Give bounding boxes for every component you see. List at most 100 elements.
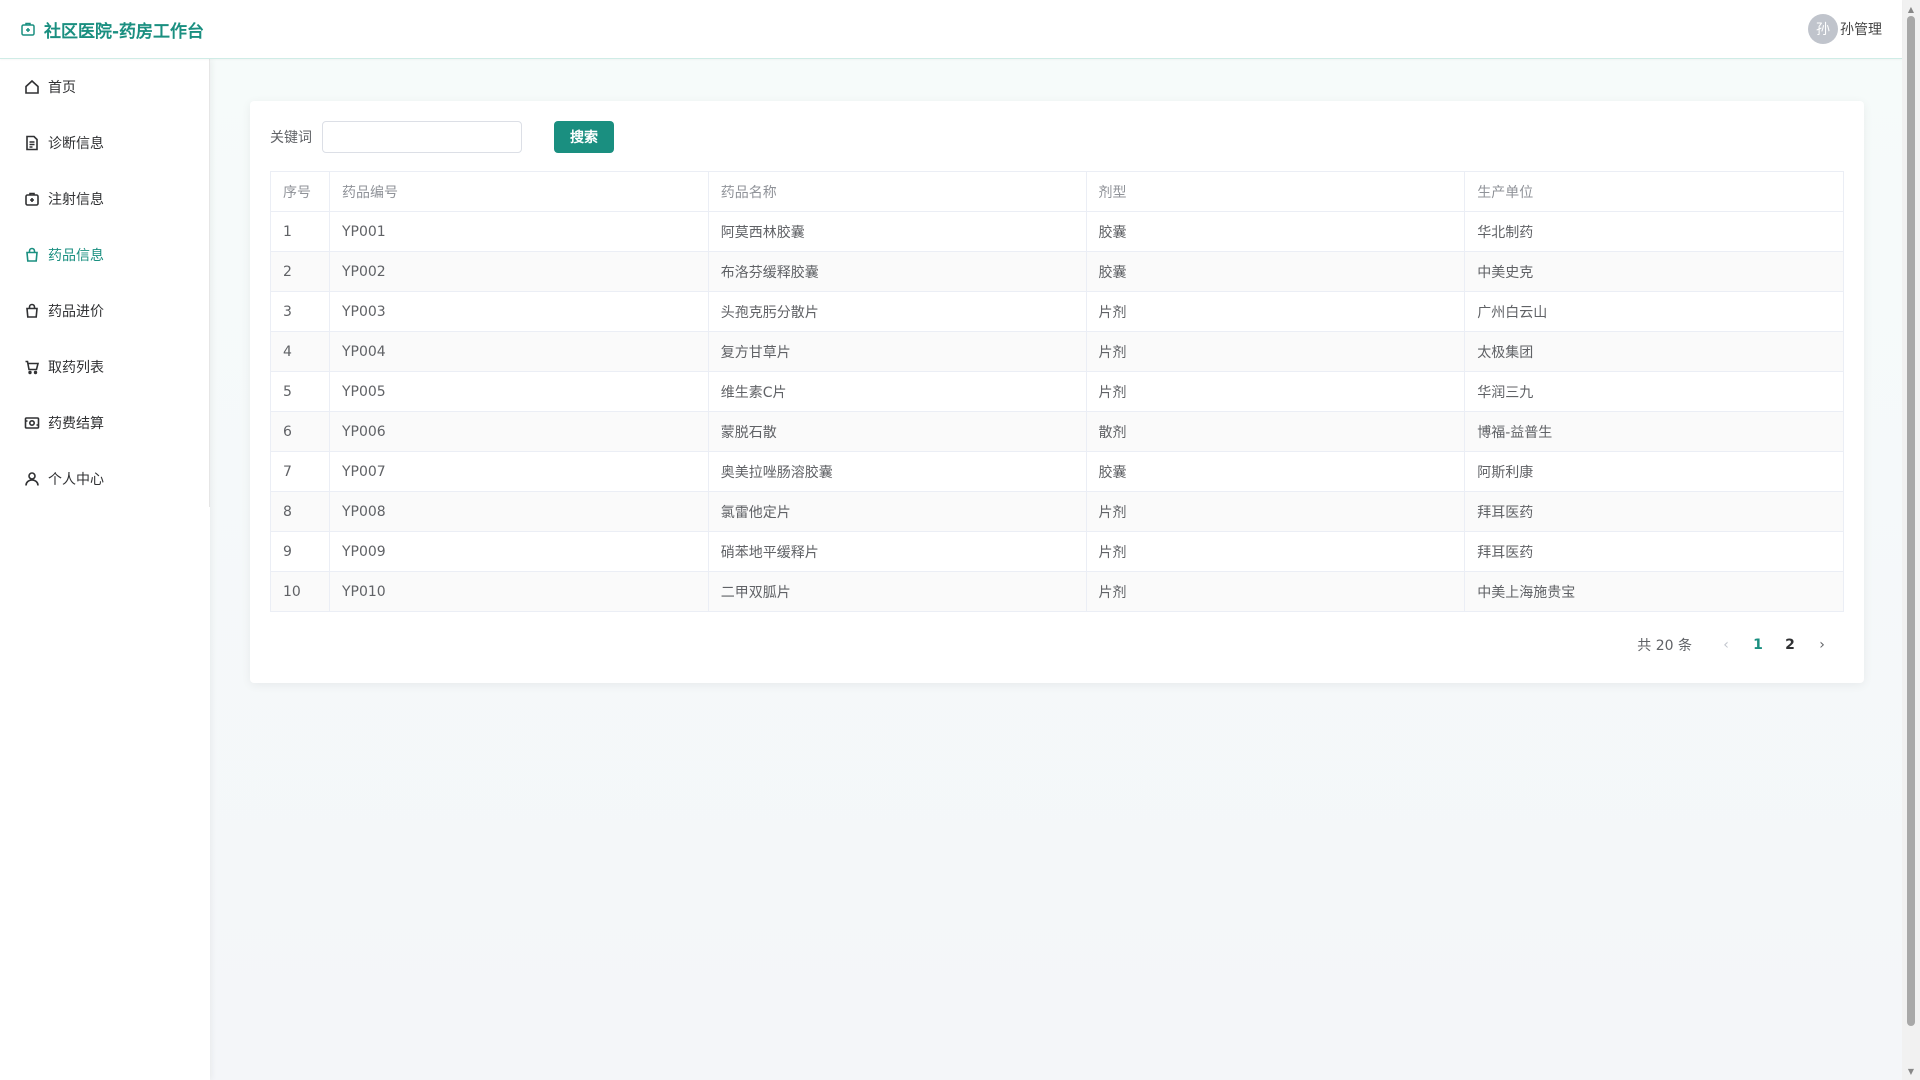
sidebar-item-profile[interactable]: 个人中心 (0, 451, 209, 507)
pagination: 共 20 条 ‹ 1 2 › (1637, 631, 1838, 659)
document-icon (26, 135, 38, 151)
main-content: 关键词 搜索 序号 药品编号 药品名称 剂型 生产单位 1 YP001 阿莫西林胶囊… (210, 59, 1902, 1080)
cell-code: YP009 (328, 531, 709, 572)
scroll-down-icon[interactable]: ▼ (1902, 1064, 1920, 1078)
cell-form: 片剂 (1085, 331, 1466, 372)
drug-table: 序号 药品编号 药品名称 剂型 生产单位 1 YP001 阿莫西林胶囊 胶囊 华北制药 2… (270, 171, 1844, 612)
cell-manufacturer: 拜耳医药 (1464, 531, 1844, 572)
cell-manufacturer: 阿斯利康 (1464, 451, 1844, 492)
sidebar-item-pickup-list[interactable]: 取药列表 (0, 339, 209, 395)
first-aid-icon (25, 192, 39, 206)
home-icon (25, 79, 39, 94)
sidebar-item-label: 药品进价 (48, 304, 104, 320)
sidebar-item-diagnosis[interactable]: 诊断信息 (0, 115, 209, 171)
cell-form: 胶囊 (1085, 451, 1466, 492)
scroll-thumb[interactable] (1907, 16, 1915, 1026)
scroll-up-icon[interactable]: ▲ (1902, 2, 1920, 16)
cell-index: 1 (270, 211, 330, 252)
cell-code: YP007 (328, 451, 709, 492)
cart-icon (25, 360, 40, 375)
prev-page-button[interactable]: ‹ (1710, 631, 1742, 659)
user-menu[interactable]: 孙 孙管理 (1808, 14, 1882, 44)
page-button-1[interactable]: 1 (1742, 631, 1774, 659)
bag-icon (26, 303, 38, 318)
cell-name: 复方甘草片 (707, 331, 1087, 372)
sidebar-item-label: 首页 (48, 80, 76, 96)
pagination-total: 共 20 条 (1637, 638, 1692, 654)
page-scrollbar[interactable]: ▲ ▼ (1902, 0, 1920, 1080)
cell-code: YP003 (328, 291, 709, 332)
cell-name: 硝苯地平缓释片 (707, 531, 1087, 572)
sidebar-menu: 首页 诊断信息 注射信息 药品信息 药品进价 取药列表 药费结算 个人中心 (0, 59, 210, 507)
drug-list-card: 关键词 搜索 序号 药品编号 药品名称 剂型 生产单位 1 YP001 阿莫西林胶囊… (250, 101, 1864, 683)
sidebar-item-label: 个人中心 (48, 472, 104, 488)
sidebar-item-label: 诊断信息 (48, 136, 104, 152)
table-row[interactable]: 5 YP005 维生素C片 片剂 华润三九 (270, 371, 1844, 412)
cell-index: 7 (270, 451, 330, 492)
cell-code: YP002 (328, 251, 709, 292)
cell-form: 片剂 (1085, 491, 1466, 532)
table-body: 1 YP001 阿莫西林胶囊 胶囊 华北制药 2 YP002 布洛芬缓释胶囊 胶囊 中美史克 3 YP… (270, 211, 1844, 612)
cell-index: 9 (270, 531, 330, 572)
table-row[interactable]: 2 YP002 布洛芬缓释胶囊 胶囊 中美史克 (270, 251, 1844, 292)
cell-manufacturer: 中美上海施贵宝 (1464, 571, 1844, 612)
brand[interactable]: 社区医院-药房工作台 (20, 17, 204, 42)
cell-form: 胶囊 (1085, 211, 1466, 252)
cell-name: 布洛芬缓释胶囊 (707, 251, 1087, 292)
cell-code: YP005 (328, 371, 709, 412)
cell-index: 6 (270, 411, 330, 452)
cell-form: 胶囊 (1085, 251, 1466, 292)
next-page-button[interactable]: › (1806, 631, 1838, 659)
cell-form: 片剂 (1085, 371, 1466, 412)
cell-manufacturer: 广州白云山 (1464, 291, 1844, 332)
cell-manufacturer: 博福-益普生 (1464, 411, 1844, 452)
table-header-row: 序号 药品编号 药品名称 剂型 生产单位 (270, 171, 1844, 212)
user-name[interactable]: 孙管理 (1840, 19, 1882, 39)
wallet-icon (24, 417, 40, 429)
cell-manufacturer: 华北制药 (1464, 211, 1844, 252)
cell-index: 3 (270, 291, 330, 332)
cell-form: 散剂 (1085, 411, 1466, 452)
sidebar-item-billing[interactable]: 药费结算 (0, 395, 209, 451)
column-header-name: 药品名称 (707, 171, 1087, 212)
table-row[interactable]: 4 YP004 复方甘草片 片剂 太极集团 (270, 331, 1844, 372)
user-icon (25, 472, 39, 486)
cell-index: 10 (270, 571, 330, 612)
table-row[interactable]: 7 YP007 奥美拉唑肠溶胶囊 胶囊 阿斯利康 (270, 451, 1844, 492)
table-row[interactable]: 10 YP010 二甲双胍片 片剂 中美上海施贵宝 (270, 571, 1844, 612)
cell-name: 维生素C片 (707, 371, 1087, 412)
sidebar-item-label: 药费结算 (48, 416, 104, 432)
table-row[interactable]: 8 YP008 氯雷他定片 片剂 拜耳医药 (270, 491, 1844, 532)
cell-name: 二甲双胍片 (707, 571, 1087, 612)
cell-index: 4 (270, 331, 330, 372)
cell-name: 奥美拉唑肠溶胶囊 (707, 451, 1087, 492)
sidebar-item-label: 注射信息 (48, 192, 104, 208)
cell-code: YP001 (328, 211, 709, 252)
table-row[interactable]: 9 YP009 硝苯地平缓释片 片剂 拜耳医药 (270, 531, 1844, 572)
cell-code: YP006 (328, 411, 709, 452)
avatar[interactable]: 孙 (1808, 14, 1838, 44)
sidebar-item-home[interactable]: 首页 (0, 59, 209, 115)
cell-manufacturer: 华润三九 (1464, 371, 1844, 412)
sidebar-item-drug-price[interactable]: 药品进价 (0, 283, 209, 339)
search-button[interactable]: 搜索 (554, 121, 614, 153)
cell-name: 氯雷他定片 (707, 491, 1087, 532)
table-row[interactable]: 1 YP001 阿莫西林胶囊 胶囊 华北制药 (270, 211, 1844, 252)
cell-form: 片剂 (1085, 291, 1466, 332)
sidebar-item-label: 取药列表 (48, 360, 104, 376)
keyword-label: 关键词 (270, 130, 312, 146)
cell-code: YP008 (328, 491, 709, 532)
page-button-2[interactable]: 2 (1774, 631, 1806, 659)
medical-kit-icon (21, 22, 35, 36)
cell-name: 蒙脱石散 (707, 411, 1087, 452)
table-row[interactable]: 6 YP006 蒙脱石散 散剂 博福-益普生 (270, 411, 1844, 452)
cell-form: 片剂 (1085, 571, 1466, 612)
cell-name: 阿莫西林胶囊 (707, 211, 1087, 252)
sidebar-item-injection[interactable]: 注射信息 (0, 171, 209, 227)
bag-icon (26, 247, 38, 262)
sidebar-item-drug-info[interactable]: 药品信息 (0, 227, 209, 283)
sidebar: 首页 诊断信息 注射信息 药品信息 药品进价 取药列表 药费结算 个人中心 (0, 59, 210, 1080)
cell-index: 8 (270, 491, 330, 532)
keyword-input[interactable] (322, 121, 522, 153)
table-row[interactable]: 3 YP003 头孢克肟分散片 片剂 广州白云山 (270, 291, 1844, 332)
